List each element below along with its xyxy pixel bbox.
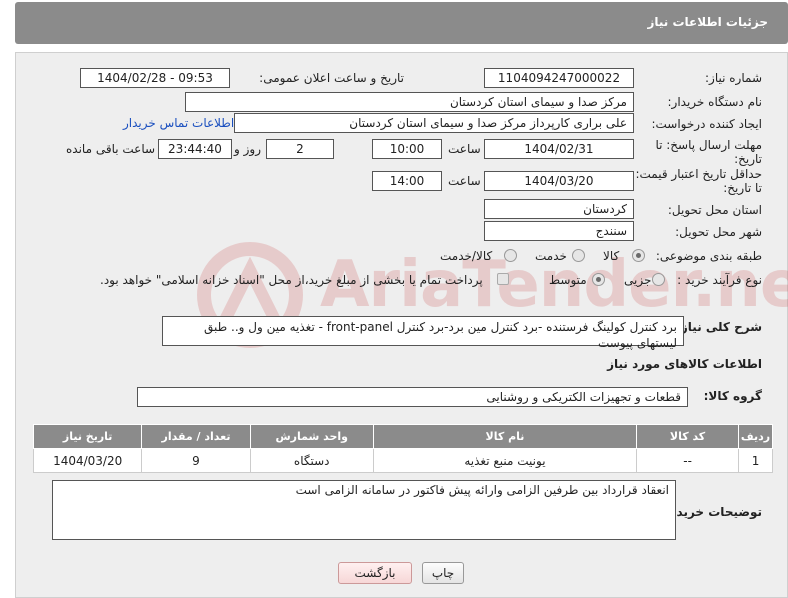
deadline-time-field: 10:00 <box>372 139 442 159</box>
description-field: برد کنترل کولینگ فرستنده -برد کنترل مین … <box>162 316 684 350</box>
validity-label: حداقل تاریخ اعتبار قیمت: تا تاریخ: <box>635 167 762 195</box>
announce-field: 1404/02/28 - 09:53 <box>80 68 230 88</box>
category-both-label: کالا/خدمت <box>440 249 493 263</box>
validity-date-field: 1404/03/20 <box>484 171 634 191</box>
category-both-radio[interactable] <box>504 249 517 262</box>
print-button[interactable]: چاپ <box>422 562 464 584</box>
process-minor-radio[interactable] <box>652 273 665 286</box>
category-service-radio[interactable] <box>572 249 585 262</box>
deadline-date-field: 1404/02/31 <box>484 139 634 159</box>
need-number-field: 1104094247000022 <box>484 68 634 88</box>
deadline-time-label: ساعت <box>448 142 481 156</box>
remaining-time-field: 23:44:40 <box>158 139 232 159</box>
process-medium-label: متوسط <box>549 273 587 287</box>
days-label: روز و <box>234 142 261 156</box>
table-row: 1 -- یونیت منبع تغذیه دستگاه 9 1404/03/2… <box>32 448 773 473</box>
process-medium-radio[interactable] <box>592 273 605 286</box>
page-title: جزئیات اطلاعات نیاز <box>647 15 768 29</box>
creator-field: علی براری کارپرداز مرکز صدا و سیمای استا… <box>234 113 634 133</box>
remaining-label: ساعت باقی مانده <box>66 142 156 156</box>
validity-time-label: ساعت <box>448 174 481 188</box>
treasury-payment-checkbox[interactable] <box>497 273 509 285</box>
city-field: سنندج <box>484 221 634 241</box>
cell-row: 1 <box>738 448 773 473</box>
validity-time-field: 14:00 <box>372 171 442 191</box>
process-minor-label: جزیی <box>624 273 652 287</box>
col-qty: تعداد / مقدار <box>141 424 251 449</box>
buyer-org-field: مرکز صدا و سیمای استان کردستان <box>185 92 634 112</box>
days-field: 2 <box>266 139 334 159</box>
goods-info-title: اطلاعات کالاهای مورد نیاز <box>607 357 762 371</box>
col-row: ردیف <box>738 424 773 449</box>
city-label: شهر محل تحویل: <box>675 225 762 239</box>
category-service-label: خدمت <box>535 249 567 263</box>
buyer-contact-link[interactable]: اطلاعات تماس خریدار <box>123 116 234 130</box>
category-goods-radio[interactable] <box>632 249 645 262</box>
goods-group-field: قطعات و تجهیزات الکتریکی و روشنایی <box>137 387 688 407</box>
deadline-label: مهلت ارسال پاسخ: تا تاریخ: <box>655 138 762 166</box>
announce-label: تاریخ و ساعت اعلان عمومی: <box>259 71 404 85</box>
description-label: شرح کلی نیاز: <box>676 320 762 334</box>
goods-group-label: گروه کالا: <box>703 389 762 403</box>
cell-date: 1404/03/20 <box>32 448 143 473</box>
back-button[interactable]: بازگشت <box>338 562 412 584</box>
col-date: تاریخ نیاز <box>32 424 143 449</box>
creator-label: ایجاد کننده درخواست: <box>651 117 762 131</box>
col-name: نام کالا <box>372 424 638 449</box>
category-label: طبقه بندی موضوعی: <box>655 249 762 263</box>
description-text: برد کنترل کولینگ فرستنده -برد کنترل مین … <box>204 320 677 350</box>
cell-code: -- <box>636 448 740 473</box>
goods-table-header: ردیف کد کالا نام کالا واحد شمارش تعداد /… <box>32 424 773 449</box>
province-field: کردستان <box>484 199 634 219</box>
category-goods-label: کالا <box>603 249 620 263</box>
buyer-org-label: نام دستگاه خریدار: <box>667 95 763 109</box>
treasury-payment-note: پرداخت تمام یا بخشی از مبلغ خرید،از محل … <box>100 273 483 287</box>
buyer-notes-text: انعقاد قرارداد بین طرفین الزامی وارائه پ… <box>295 483 669 497</box>
col-code: کد کالا <box>636 424 740 449</box>
cell-unit: دستگاه <box>249 448 374 473</box>
process-label: نوع فرآیند خرید : <box>677 273 762 287</box>
cell-qty: 9 <box>141 448 251 473</box>
province-label: استان محل تحویل: <box>667 203 762 217</box>
goods-table: ردیف کد کالا نام کالا واحد شمارش تعداد /… <box>32 424 773 473</box>
buyer-notes-field: انعقاد قرارداد بین طرفین الزامی وارائه پ… <box>52 480 676 540</box>
cell-name: یونیت منبع تغذیه <box>372 448 638 473</box>
page-header: جزئیات اطلاعات نیاز <box>15 2 788 44</box>
col-unit: واحد شمارش <box>249 424 374 449</box>
need-number-label: شماره نیاز: <box>705 71 762 85</box>
